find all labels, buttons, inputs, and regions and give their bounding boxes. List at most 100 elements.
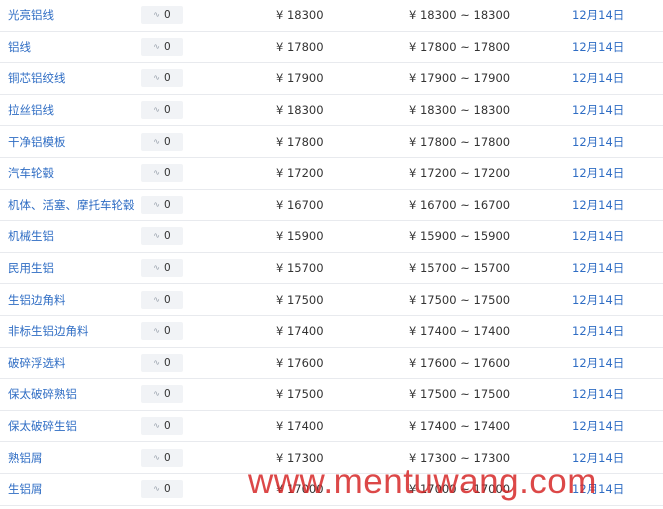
change-badge: ∿ 0 [141,290,183,309]
change-badge: ∿ 0 [141,37,183,56]
avg-price: ¥ 17200 [276,166,324,181]
table-row: 熟铝屑 ∿ 0 ¥ 17300 ¥ 17300 ~ 17300 12月14日 [0,442,663,474]
date-link[interactable]: 12月14日 [572,284,624,315]
product-name-link[interactable]: 保太破碎生铝 [8,411,77,442]
change-value: 0 [164,72,171,85]
date-link[interactable]: 12月14日 [572,474,624,505]
date-link[interactable]: 12月14日 [572,190,624,221]
product-name-link[interactable]: 铝线 [8,32,31,63]
trend-icon: ∿ [153,136,160,146]
change-cell: ∿ 0 [141,126,183,157]
date-link[interactable]: 12月14日 [572,32,624,63]
change-value: 0 [164,198,171,211]
change-badge: ∿ 0 [141,448,183,467]
date-link[interactable]: 12月14日 [572,379,624,410]
avg-price: ¥ 18300 [276,8,324,23]
price-range: ¥ 16700 ~ 16700 [409,197,511,212]
date-link[interactable]: 12月14日 [572,221,624,252]
price-range: ¥ 17900 ~ 17900 [409,71,511,86]
table-row: 破碎浮选料 ∿ 0 ¥ 17600 ¥ 17600 ~ 17600 12月14日 [0,348,663,380]
date-link[interactable]: 12月14日 [572,63,624,94]
change-value: 0 [164,325,171,338]
change-badge: ∿ 0 [141,164,183,183]
trend-icon: ∿ [153,421,160,431]
change-badge: ∿ 0 [141,69,183,88]
product-name-link[interactable]: 保太破碎熟铝 [8,379,77,410]
trend-icon: ∿ [153,326,160,336]
date-link[interactable]: 12月14日 [572,442,624,473]
table-row: 光亮铝线 ∿ 0 ¥ 18300 ¥ 18300 ~ 18300 12月14日 [0,0,663,32]
trend-icon: ∿ [153,484,160,494]
table-row: 非标生铝边角料 ∿ 0 ¥ 17400 ¥ 17400 ~ 17400 12月14日 [0,316,663,348]
price-range: ¥ 17600 ~ 17600 [409,355,511,370]
table-row: 机械生铝 ∿ 0 ¥ 15900 ¥ 15900 ~ 15900 12月14日 [0,221,663,253]
product-name-link[interactable]: 民用生铝 [8,253,54,284]
change-badge: ∿ 0 [141,259,183,278]
product-name-link[interactable]: 铜芯铝绞线 [8,63,66,94]
product-name-link[interactable]: 光亮铝线 [8,0,54,31]
avg-price: ¥ 17900 [276,71,324,86]
trend-icon: ∿ [153,105,160,115]
change-value: 0 [164,135,171,148]
product-name-link[interactable]: 生铝边角料 [8,284,66,315]
change-value: 0 [164,293,171,306]
product-name-link[interactable]: 汽车轮毂 [8,158,54,189]
change-cell: ∿ 0 [141,158,183,189]
price-range: ¥ 17400 ~ 17400 [409,419,511,434]
change-value: 0 [164,9,171,22]
date-link[interactable]: 12月14日 [572,348,624,379]
date-link[interactable]: 12月14日 [572,158,624,189]
date-link[interactable]: 12月14日 [572,253,624,284]
table-row: 拉丝铝线 ∿ 0 ¥ 18300 ¥ 18300 ~ 18300 12月14日 [0,95,663,127]
change-badge: ∿ 0 [141,417,183,436]
change-cell: ∿ 0 [141,442,183,473]
product-name-link[interactable]: 机体、活塞、摩托车轮毂 [8,190,135,221]
price-range: ¥ 17000 ~ 17000 [409,482,511,497]
avg-price: ¥ 18300 [276,103,324,118]
avg-price: ¥ 15900 [276,229,324,244]
product-name-link[interactable]: 生铝屑 [8,474,43,505]
change-badge: ∿ 0 [141,227,183,246]
avg-price: ¥ 17300 [276,450,324,465]
table-row: 干净铝模板 ∿ 0 ¥ 17800 ¥ 17800 ~ 17800 12月14日 [0,126,663,158]
product-name-link[interactable]: 破碎浮选料 [8,348,66,379]
change-cell: ∿ 0 [141,95,183,126]
change-value: 0 [164,451,171,464]
price-range: ¥ 15700 ~ 15700 [409,261,511,276]
table-row: 生铝屑 ∿ 0 ¥ 17000 ¥ 17000 ~ 17000 12月14日 [0,474,663,506]
change-badge: ∿ 0 [141,480,183,499]
change-cell: ∿ 0 [141,253,183,284]
date-link[interactable]: 12月14日 [572,0,624,31]
avg-price: ¥ 17400 [276,324,324,339]
date-link[interactable]: 12月14日 [572,316,624,347]
product-name-link[interactable]: 机械生铝 [8,221,54,252]
product-name-link[interactable]: 拉丝铝线 [8,95,54,126]
avg-price: ¥ 16700 [276,197,324,212]
date-link[interactable]: 12月14日 [572,411,624,442]
date-link[interactable]: 12月14日 [572,126,624,157]
trend-icon: ∿ [153,73,160,83]
change-cell: ∿ 0 [141,474,183,505]
change-value: 0 [164,420,171,433]
change-badge: ∿ 0 [141,385,183,404]
table-row: 铜芯铝绞线 ∿ 0 ¥ 17900 ¥ 17900 ~ 17900 12月14日 [0,63,663,95]
change-cell: ∿ 0 [141,190,183,221]
trend-icon: ∿ [153,231,160,241]
table-row: 生铝边角料 ∿ 0 ¥ 17500 ¥ 17500 ~ 17500 12月14日 [0,284,663,316]
price-range: ¥ 17800 ~ 17800 [409,39,511,54]
date-link[interactable]: 12月14日 [572,95,624,126]
product-name-link[interactable]: 非标生铝边角料 [8,316,89,347]
price-table: 光亮铝线 ∿ 0 ¥ 18300 ¥ 18300 ~ 18300 12月14日 铝线 ∿ 0 ¥ … [0,0,663,506]
table-row: 保太破碎熟铝 ∿ 0 ¥ 17500 ¥ 17500 ~ 17500 12月14日 [0,379,663,411]
trend-icon: ∿ [153,10,160,20]
change-badge: ∿ 0 [141,353,183,372]
price-range: ¥ 18300 ~ 18300 [409,8,511,23]
trend-icon: ∿ [153,452,160,462]
trend-icon: ∿ [153,41,160,51]
product-name-link[interactable]: 熟铝屑 [8,442,43,473]
change-value: 0 [164,388,171,401]
product-name-link[interactable]: 干净铝模板 [8,126,66,157]
price-range: ¥ 17500 ~ 17500 [409,387,511,402]
change-value: 0 [164,167,171,180]
change-badge: ∿ 0 [141,101,183,120]
